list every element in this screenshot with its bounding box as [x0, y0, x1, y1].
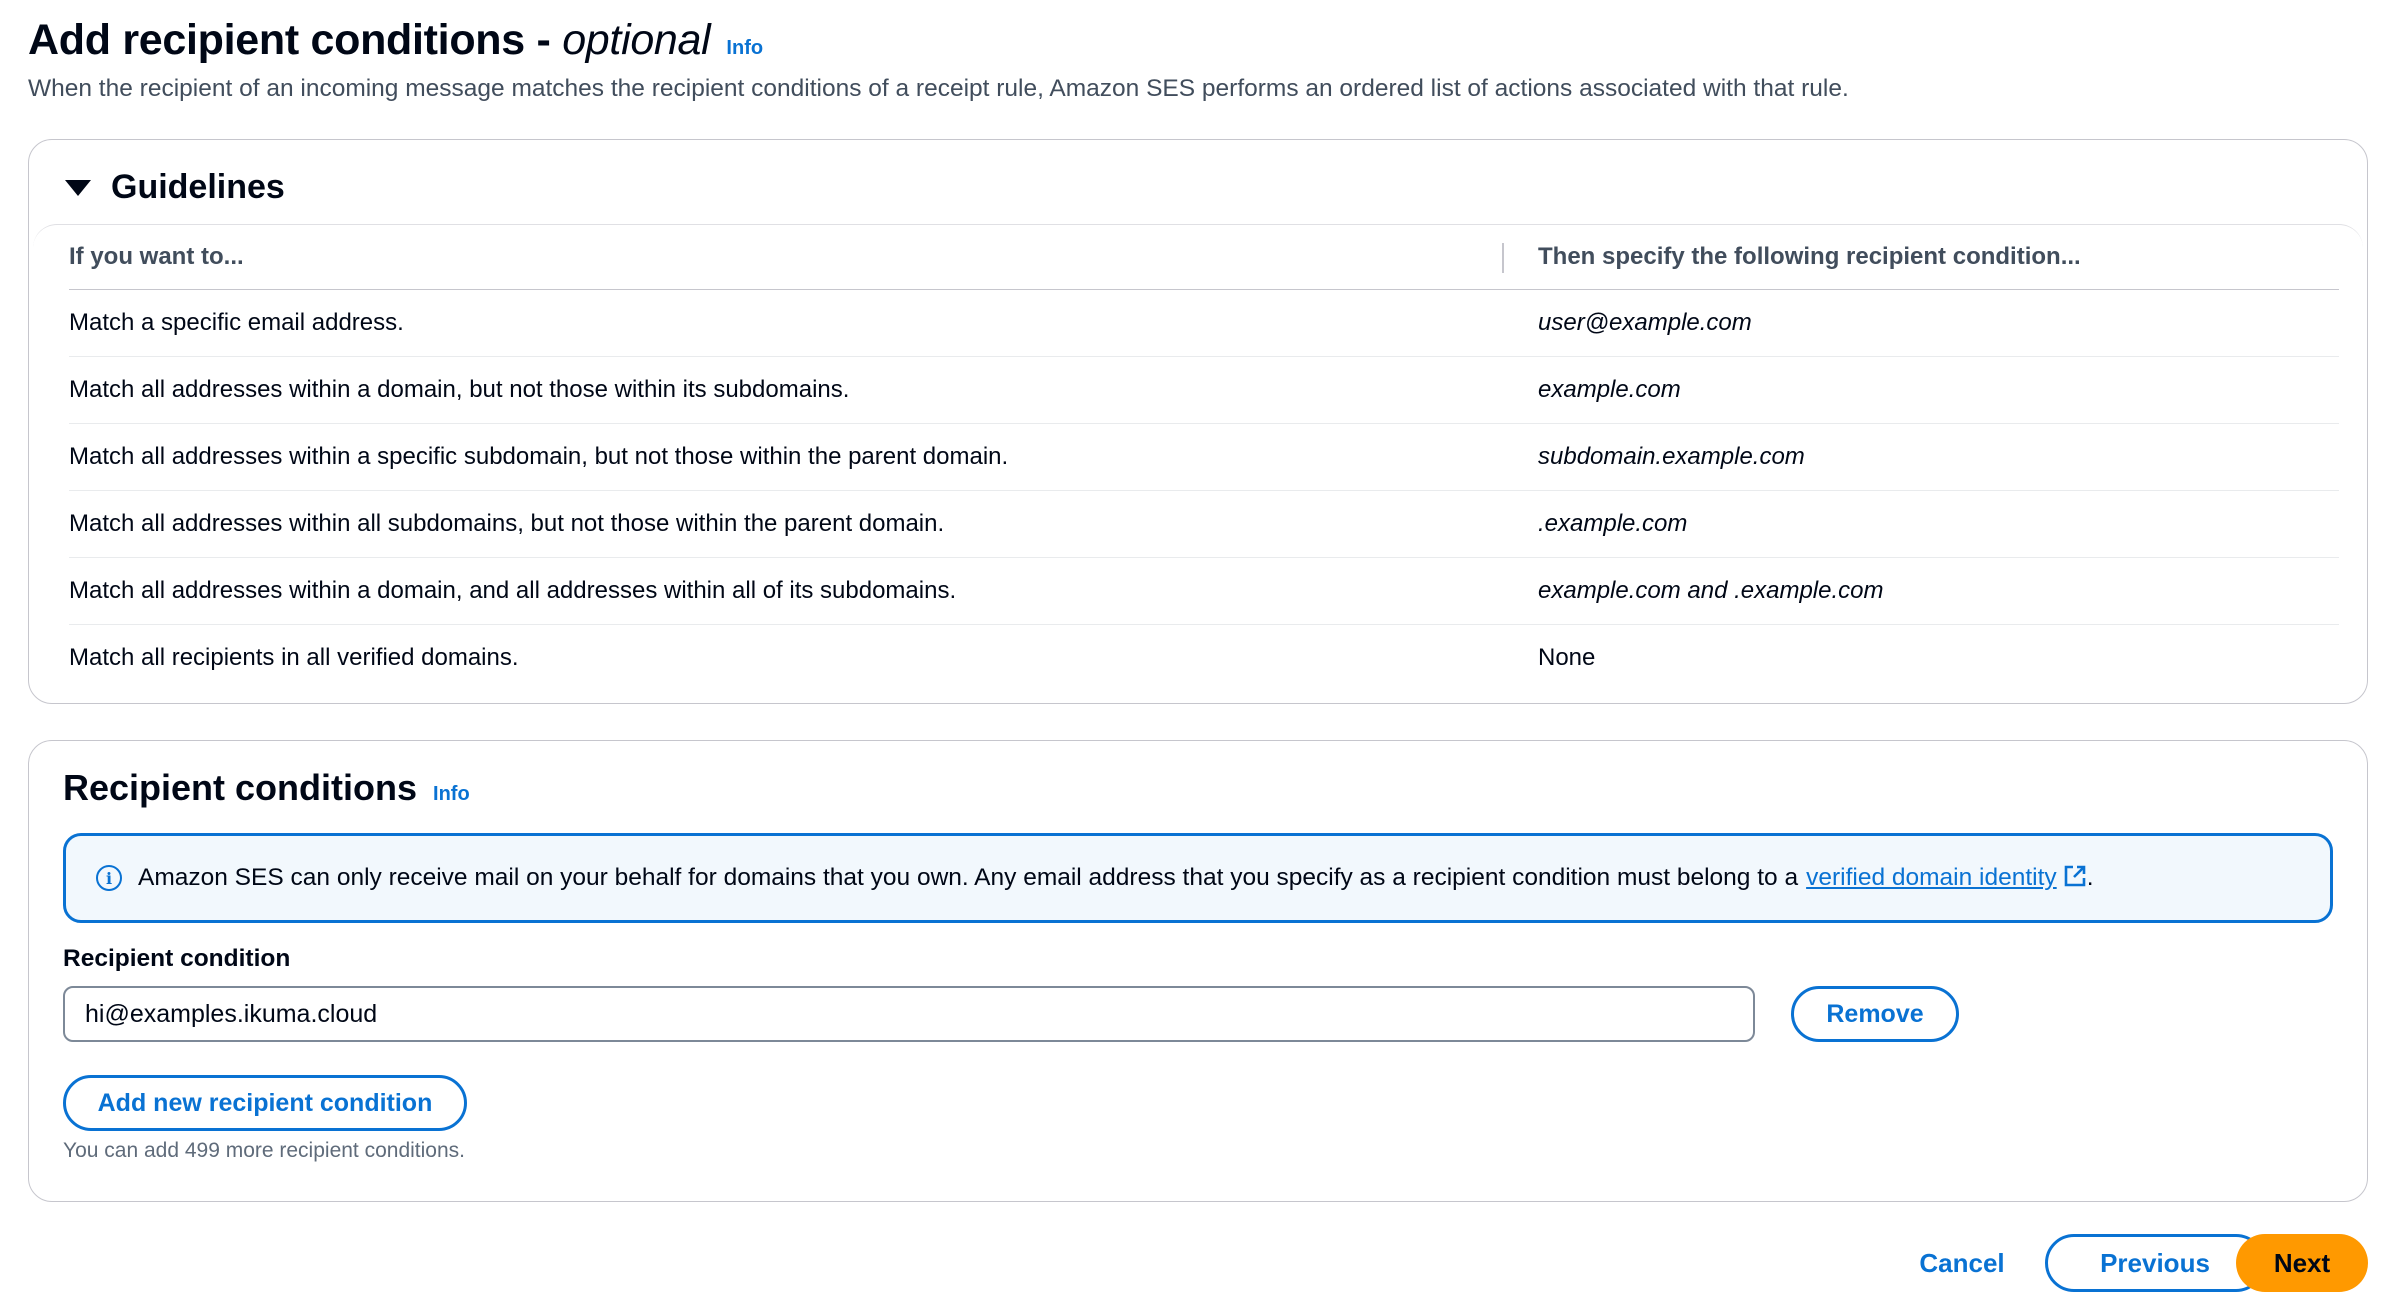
- table-header-row: If you want to... Then specify the follo…: [69, 225, 2339, 290]
- recipient-conditions-title: Recipient conditions: [63, 767, 418, 808]
- table-row: Match all addresses within a domain, and…: [69, 557, 2339, 625]
- recipient-conditions-container: Recipient conditions Info i Amazon SES c…: [28, 740, 2368, 1202]
- previous-button[interactable]: Previous: [2045, 1234, 2265, 1292]
- guidelines-table: If you want to... Then specify the follo…: [69, 225, 2339, 691]
- table-cell-condition: .example.com: [1502, 490, 2339, 558]
- table-cell-condition: example.com and .example.com: [1502, 557, 2339, 625]
- alert-link-label: verified domain identity: [1806, 864, 2057, 891]
- table-cell-want: Match all addresses within a domain, and…: [69, 557, 1502, 625]
- table-row: Match all addresses within a domain, but…: [69, 356, 2339, 424]
- column-header-want: If you want to...: [69, 225, 1502, 290]
- cancel-button[interactable]: Cancel: [1900, 1234, 2024, 1292]
- table-cell-want: Match all recipients in all verified dom…: [69, 643, 519, 671]
- guidelines-toggle[interactable]: Guidelines: [65, 168, 285, 207]
- info-alert: i Amazon SES can only receive mail on yo…: [63, 833, 2333, 923]
- recipient-condition-input[interactable]: [63, 986, 1755, 1042]
- page-title-optional: optional: [562, 16, 711, 64]
- page-header: Add recipient conditions - optional Info…: [28, 16, 2358, 103]
- page-info-link[interactable]: Info: [726, 37, 763, 60]
- caret-down-icon: [65, 179, 91, 196]
- add-new-recipient-condition-button[interactable]: Add new recipient condition: [63, 1075, 467, 1131]
- table-cell-condition: subdomain.example.com: [1502, 423, 2339, 491]
- recipient-conditions-header: Recipient conditions Info: [63, 767, 470, 809]
- table-cell-want: Match all addresses within all subdomain…: [69, 490, 1502, 558]
- page-description: When the recipient of an incoming messag…: [28, 75, 1849, 102]
- table-cell-want: Match all addresses within a domain, but…: [69, 356, 1502, 424]
- table-row: Match all addresses within a specific su…: [69, 423, 2339, 491]
- page-title-row: Add recipient conditions - optional Info: [28, 16, 2358, 65]
- page-title: Add recipient conditions - optional: [28, 16, 711, 65]
- table-row: Match a specific email address. user@exa…: [69, 289, 2339, 357]
- column-header-condition-label: Then specify the following recipient con…: [1538, 242, 2081, 270]
- table-cell-condition: None: [1538, 643, 1596, 671]
- remaining-conditions-hint: You can add 499 more recipient condition…: [63, 1139, 465, 1162]
- remove-button[interactable]: Remove: [1791, 986, 1959, 1042]
- alert-end: .: [2086, 864, 2094, 891]
- table-row: Match all recipients in all verified dom…: [69, 624, 2339, 691]
- table-row: Match all addresses within all subdomain…: [69, 490, 2339, 558]
- verified-domain-identity-link[interactable]: verified domain identity: [1806, 864, 2087, 892]
- recipient-condition-label: Recipient condition: [63, 945, 291, 972]
- page: Add recipient conditions - optional Info…: [0, 0, 2385, 1313]
- recipient-conditions-info-link[interactable]: Info: [433, 783, 470, 806]
- table-cell-condition: user@example.com: [1502, 289, 2339, 357]
- guidelines-table-wrap: If you want to... Then specify the follo…: [33, 224, 2363, 702]
- guidelines-title: Guidelines: [111, 168, 285, 206]
- external-link-icon: [2064, 865, 2085, 887]
- guidelines-container: Guidelines If you want to... Then specif…: [28, 139, 2368, 704]
- table-cell-condition: example.com: [1502, 356, 2339, 424]
- info-circle-icon: i: [96, 865, 122, 891]
- column-divider[interactable]: [1502, 243, 1504, 273]
- page-title-main: Add recipient conditions -: [28, 16, 563, 64]
- alert-text: Amazon SES can only receive mail on your…: [138, 864, 1799, 891]
- column-header-condition: Then specify the following recipient con…: [1502, 225, 2339, 290]
- table-cell-want: Match all addresses within a specific su…: [69, 423, 1502, 491]
- table-cell-want: Match a specific email address.: [69, 289, 1502, 357]
- next-button[interactable]: Next: [2236, 1234, 2368, 1292]
